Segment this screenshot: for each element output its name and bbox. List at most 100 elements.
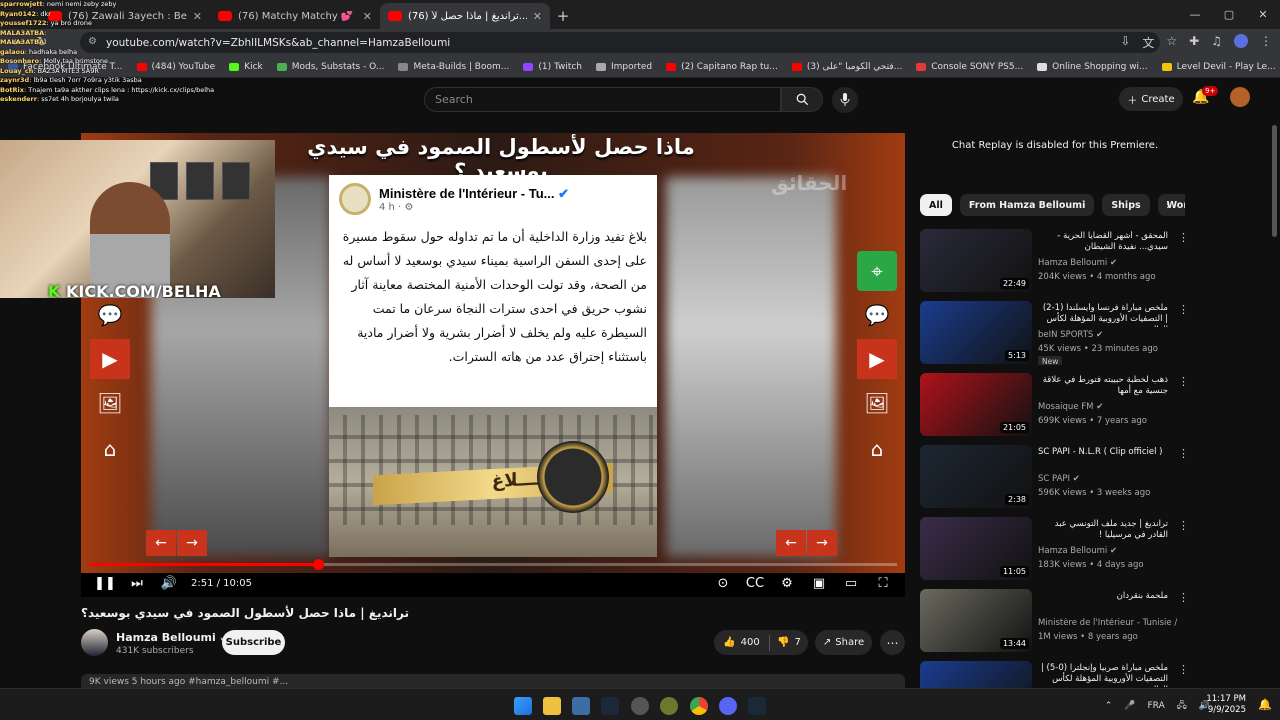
bookmark-star-icon[interactable]: ☆: [1166, 34, 1177, 51]
recommended-title[interactable]: ملحمة بنقردان: [1038, 591, 1168, 602]
video-thumbnail[interactable]: 22:49: [920, 229, 1032, 292]
search-input[interactable]: Search: [424, 87, 781, 112]
search-button[interactable]: [781, 87, 823, 112]
extensions-icon[interactable]: ✚: [1189, 34, 1199, 51]
bookmark-item[interactable]: (1) Twitch: [523, 62, 582, 72]
recommended-title[interactable]: ترانديغ | جديد ملف التونسي عبد القادر في…: [1038, 519, 1168, 541]
more-options-icon[interactable]: ⋮: [1178, 375, 1189, 388]
bookmark-item[interactable]: Imported: [596, 62, 652, 72]
recommended-video[interactable]: 21:05 ذهب لخطبة حبيبته فتورط في علاقة جنس…: [920, 373, 1190, 437]
filter-chip[interactable]: World N: [1157, 194, 1185, 216]
maximize-icon[interactable]: ▢: [1212, 0, 1246, 29]
description-box[interactable]: 9K views 5 hours ago #hamza_belloumi #..…: [81, 674, 905, 688]
app-icon[interactable]: [660, 697, 678, 715]
recommended-channel[interactable]: Mosaique FM ✔: [1038, 402, 1178, 412]
more-options-icon[interactable]: ⋮: [1178, 303, 1189, 316]
recommended-title[interactable]: ملخص مباراة فرنسا وأيسلندا (1-2) | التصف…: [1038, 303, 1168, 327]
video-thumbnail[interactable]: 5:13: [920, 301, 1032, 364]
recommended-video[interactable]: 11:05 ترانديغ | جديد ملف التونسي عبد القا…: [920, 517, 1190, 581]
autoplay-toggle[interactable]: ⊙: [707, 576, 739, 591]
pause-icon[interactable]: ❚❚: [89, 576, 121, 591]
store-icon[interactable]: [572, 697, 590, 715]
dislike-button[interactable]: 👎 7: [770, 637, 808, 648]
more-options-icon[interactable]: ⋮: [1178, 663, 1189, 676]
file-explorer-icon[interactable]: [543, 697, 561, 715]
chevron-right-icon[interactable]: ›: [1166, 199, 1170, 212]
more-options-icon[interactable]: ⋮: [1178, 519, 1189, 532]
bookmark-item[interactable]: Online Shopping wi...: [1037, 62, 1148, 72]
media-icon[interactable]: ♫: [1211, 34, 1222, 51]
recommended-video[interactable]: 22:49 المحقق - أشهر القضايا الحرية - سيدي…: [920, 229, 1190, 293]
new-tab-button[interactable]: +: [550, 3, 576, 29]
video-progress-bar[interactable]: [89, 559, 897, 570]
recommended-video[interactable]: 13:44 ملحمة بنقردان Ministère de l'Intérie…: [920, 589, 1190, 653]
account-avatar[interactable]: [1230, 87, 1250, 107]
fullscreen-icon[interactable]: ⛶: [867, 576, 899, 591]
chrome-icon[interactable]: [690, 697, 708, 715]
obs-icon[interactable]: [631, 697, 649, 715]
browser-tab[interactable]: (76) ترانديغ | ماذا حصل لأ... ✕: [380, 3, 550, 29]
settings-gear-icon[interactable]: ⚙: [771, 576, 803, 591]
recommended-video[interactable]: 2:38 SC PAPI - N.L.R ( Clip officiel ) SC …: [920, 445, 1190, 509]
channel-avatar[interactable]: [81, 629, 108, 656]
more-options-icon[interactable]: ⋮: [1178, 447, 1189, 460]
filter-chip[interactable]: All: [920, 194, 952, 216]
bookmark-item[interactable]: Level Devil - Play Le...: [1161, 62, 1276, 72]
video-thumbnail[interactable]: [920, 661, 1032, 688]
recommended-title[interactable]: ملخص مباراة صربيا وإنجلترا (0-5) | التصف…: [1038, 663, 1168, 687]
translate-icon[interactable]: 文: [1142, 34, 1154, 51]
bookmark-item[interactable]: Meta-Builds | Boom...: [398, 62, 509, 72]
start-icon[interactable]: [514, 697, 532, 715]
more-options-icon[interactable]: ⋮: [1178, 591, 1189, 604]
recommended-video[interactable]: ملخص مباراة صربيا وإنجلترا (0-5) | التصف…: [920, 661, 1190, 688]
more-actions-button[interactable]: ⋯: [880, 630, 905, 655]
page-scrollbar[interactable]: [1272, 125, 1277, 237]
volume-icon[interactable]: 🔊: [153, 576, 185, 591]
captions-icon[interactable]: CC: [739, 576, 771, 591]
address-bar[interactable]: ⚙ youtube.com/watch?v=ZbhlILMSKs&ab_chan…: [80, 32, 1160, 53]
steam-icon[interactable]: [601, 697, 619, 715]
notification-center-icon[interactable]: 🔔: [1258, 698, 1272, 711]
next-icon[interactable]: ⏭: [121, 576, 153, 591]
close-tab-icon[interactable]: ✕: [533, 10, 542, 23]
language-indicator[interactable]: FRA: [1148, 701, 1165, 711]
bookmark-item[interactable]: Console SONY PS5...: [916, 62, 1023, 72]
discord-icon[interactable]: [719, 697, 737, 715]
bookmark-item[interactable]: Mods, Substats - O...: [276, 62, 384, 72]
steam-icon-2[interactable]: [748, 697, 766, 715]
tray-chevron-icon[interactable]: ⌃: [1105, 701, 1113, 711]
filter-chip[interactable]: Ships: [1102, 194, 1150, 216]
channel-name[interactable]: Hamza Belloumi ✔: [116, 631, 227, 644]
close-window-icon[interactable]: ✕: [1246, 0, 1280, 29]
network-icon[interactable]: 🖧: [1177, 698, 1187, 714]
install-icon[interactable]: ⇩: [1120, 34, 1130, 51]
minimize-icon[interactable]: —: [1178, 0, 1212, 29]
recommended-title[interactable]: المحقق - أشهر القضايا الحرية - سيدي... ن…: [1038, 231, 1168, 253]
recommended-channel[interactable]: Hamza Belloumi ✔: [1038, 546, 1178, 556]
recommended-title[interactable]: SC PAPI - N.L.R ( Clip officiel ): [1038, 447, 1168, 458]
video-thumbnail[interactable]: 2:38: [920, 445, 1032, 508]
bookmark-item[interactable]: (3) فتحي الكومبا "على...: [791, 62, 902, 72]
recommended-channel[interactable]: Ministère de l'Intérieur - Tunisie / وزا…: [1038, 618, 1178, 628]
recommended-title[interactable]: ذهب لخطبة حبيبته فتورط في علاقة جنسية مع…: [1038, 375, 1168, 397]
recommended-channel[interactable]: SC PAPI ✔: [1038, 474, 1178, 484]
like-button[interactable]: 👍 400: [714, 634, 770, 651]
miniplayer-icon[interactable]: ▣: [803, 576, 835, 591]
tray-mic-icon[interactable]: 🎤: [1124, 701, 1135, 711]
bookmark-item[interactable]: (2) Capitano Rap tu...: [666, 62, 778, 72]
share-button[interactable]: ↗ Share: [815, 630, 872, 655]
more-options-icon[interactable]: ⋮: [1178, 231, 1189, 244]
voice-search-button[interactable]: [832, 87, 858, 113]
recommended-video[interactable]: 5:13 ملخص مباراة فرنسا وأيسلندا (1-2) | ا…: [920, 301, 1190, 365]
video-thumbnail[interactable]: 11:05: [920, 517, 1032, 580]
system-clock[interactable]: 11:17 PM 9/9/2025: [1206, 694, 1246, 716]
browser-menu-icon[interactable]: ⋮: [1260, 34, 1272, 51]
video-thumbnail[interactable]: 21:05: [920, 373, 1032, 436]
video-thumbnail[interactable]: 13:44: [920, 589, 1032, 652]
close-tab-icon[interactable]: ✕: [363, 10, 372, 23]
recommended-channel[interactable]: beIN SPORTS ✔: [1038, 330, 1178, 340]
recommended-channel[interactable]: Hamza Belloumi ✔: [1038, 258, 1178, 268]
theater-mode-icon[interactable]: ▭: [835, 576, 867, 591]
profile-avatar[interactable]: [1234, 34, 1248, 48]
create-button[interactable]: ＋ Create: [1119, 87, 1183, 111]
